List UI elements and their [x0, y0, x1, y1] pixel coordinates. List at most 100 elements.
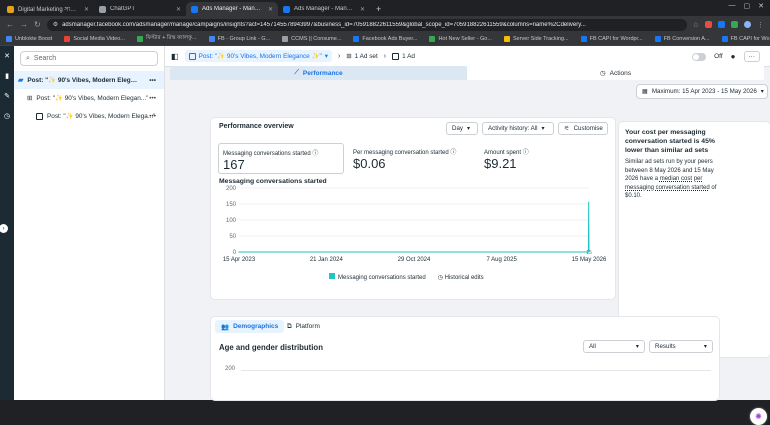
tree-item[interactable]: Post: "✨ 90's Vibes, Modern Elega..." ••• — [14, 107, 164, 125]
browser-tab[interactable]: Ads Manager - Manage ads - A ✕ — [278, 2, 370, 16]
tree-item[interactable]: ⊞ Post: "✨ 90's Vibes, Modern Elegan..." •… — [14, 89, 164, 107]
back-icon[interactable]: ← — [6, 20, 14, 29]
browser-tab[interactable]: Digital Marketing সার্ভিসেস স্প্রে ✕ — [2, 2, 94, 16]
search-input[interactable]: Search — [34, 55, 56, 62]
tab-actions[interactable]: ◷ Actions — [467, 66, 764, 80]
metric-box[interactable]: Amount spent ⓘ $9.21 — [480, 143, 606, 174]
bookmark-favicon-icon — [6, 36, 12, 42]
dropdown-value: All — [589, 343, 596, 350]
tab-title: Ads Manager - Manage ads - A — [294, 6, 356, 12]
more-icon[interactable]: ••• — [149, 77, 156, 84]
assistant-button[interactable]: ✺ — [750, 408, 767, 425]
address-bar[interactable]: ⚙ adsmanager.facebook.com/adsmanager/man… — [46, 18, 687, 31]
bookmark-item[interactable]: Server Side Tracking... — [503, 36, 569, 42]
tab-platform[interactable]: ⧉ Platform — [281, 320, 326, 333]
more-icon[interactable]: ••• — [149, 95, 156, 102]
site-info-icon[interactable]: ⚙ — [53, 21, 58, 28]
extension-icon[interactable] — [705, 21, 712, 28]
profile-avatar[interactable] — [744, 21, 751, 28]
metric-box[interactable]: Messaging conversations started ⓘ 167 — [218, 143, 344, 174]
bookmark-item[interactable]: Facebook Ads Buyer... — [353, 36, 417, 42]
favicon-icon — [99, 5, 106, 13]
metric-label: Messaging conversations started ⓘ — [223, 151, 319, 157]
breadcrumb-ad[interactable]: 1 Ad — [392, 52, 415, 60]
activity-history-dropdown[interactable]: Activity history: All ▾ — [482, 122, 554, 135]
tab-label: Performance — [302, 69, 343, 77]
close-tab-icon[interactable]: ✕ — [176, 6, 181, 13]
more-icon[interactable]: ••• — [149, 113, 156, 120]
tree-search[interactable]: ⌕ Search — [20, 51, 158, 66]
granularity-dropdown[interactable]: Day ▾ — [446, 122, 478, 135]
legend-label: Messaging conversations started — [338, 275, 426, 281]
search-icon: ⌕ — [26, 54, 30, 62]
legend-item-series[interactable]: Messaging conversations started — [329, 273, 426, 281]
close-icon[interactable]: ✕ — [4, 52, 10, 60]
insight-body: Similar ad sets run by your peers betwee… — [625, 158, 725, 201]
maximize-icon[interactable]: ▢ — [744, 2, 751, 10]
data-point — [584, 251, 586, 253]
legend-label: Historical edits — [444, 274, 484, 281]
tab-demographics[interactable]: 👥 Demographics — [215, 320, 285, 333]
bookmark-item[interactable]: FB CAPI for Wordpr... — [721, 36, 770, 42]
bookmark-item[interactable]: Social Media Video... — [64, 36, 125, 42]
new-tab-button[interactable]: + — [376, 4, 381, 14]
close-tab-icon[interactable]: ✕ — [84, 6, 89, 13]
browser-menu-icon[interactable]: ⋮ — [757, 21, 764, 29]
browser-tab[interactable]: Ads Manager - Manage ads - C ✕ — [186, 2, 278, 16]
history-icon: ◷ — [437, 274, 445, 281]
extension-icon[interactable] — [731, 21, 738, 28]
chevron-right-icon: › — [383, 52, 387, 60]
breadcrumb-adset[interactable]: ⊞ 1 Ad set — [346, 52, 377, 61]
entity-header: ◧ Post: "✨ 90's Vibes, Modern Elegance ✨… — [165, 46, 770, 67]
clock-icon[interactable]: ◷ — [4, 112, 10, 120]
legend-item-history[interactable]: ◷ Historical edits — [438, 274, 484, 281]
browser-tab[interactable]: ChatGPT ✕ — [94, 2, 186, 16]
forward-icon[interactable]: → — [20, 20, 28, 29]
bookmark-item[interactable]: Unblokte Boost — [6, 36, 52, 42]
ad-icon — [36, 112, 43, 120]
reload-icon[interactable]: ↻ — [34, 20, 41, 29]
date-range-picker[interactable]: ▦ Maximum: 15 Apr 2023 - 15 May 2026 ▾ — [636, 84, 768, 99]
demographic-filter-dropdown[interactable]: All ▾ — [583, 340, 645, 353]
button-label: Customise — [573, 125, 603, 132]
sidebar-toggle-icon[interactable]: ◧ — [171, 52, 179, 61]
breadcrumb-campaign[interactable]: Post: "✨ 90's Vibes, Modern Elegance ✨" … — [184, 50, 332, 62]
close-window-icon[interactable]: ✕ — [758, 2, 764, 10]
circle-icon[interactable]: ● — [731, 52, 736, 61]
bookmark-star-icon[interactable]: ☆ — [693, 21, 699, 29]
campaign-tree-panel: ⌕ Search ▰ Post: "✨ 90's Vibes, Modern El… — [14, 46, 165, 400]
favicon-icon — [7, 5, 14, 13]
favicon-icon — [191, 5, 198, 13]
customise-button[interactable]: ⚟ Customise — [558, 122, 608, 135]
metric-label: Amount spent ⓘ — [484, 150, 529, 156]
close-tab-icon[interactable]: ✕ — [360, 6, 365, 13]
bookmark-label: Server Side Tracking... — [512, 36, 569, 42]
bookmark-item[interactable]: FB CAPI for Wordpr... — [580, 36, 643, 42]
extension-icon[interactable] — [718, 21, 725, 28]
tab-performance[interactable]: ⟋ Performance — [170, 66, 467, 80]
edit-icon[interactable]: ✎ — [4, 92, 10, 100]
bookmark-label: FB CAPI for Wordpr... — [730, 36, 770, 42]
y-tick-label: 50 — [229, 234, 236, 240]
bookmark-label: Unblokte Boost — [15, 36, 53, 42]
bookmark-item[interactable]: Hot New Seller - Go... — [429, 36, 492, 42]
bookmark-item[interactable]: CCMS || Consume... — [282, 36, 341, 42]
chart-icon[interactable]: ▮ — [5, 72, 9, 80]
metric-box[interactable]: Per messaging conversation started ⓘ $0.… — [349, 143, 475, 174]
metric-dropdown[interactable]: Results ▾ — [649, 340, 713, 353]
minimize-icon[interactable]: — — [729, 2, 736, 10]
tree-item[interactable]: ▰Post: "✨ 90's Vibes, Modern Elegance...… — [14, 71, 164, 89]
collapse-rail-icon[interactable]: › — [0, 224, 8, 233]
dropdown-value: Results — [655, 343, 676, 350]
bookmark-item[interactable]: FB - Group Link - G... — [208, 36, 270, 42]
tree-item-label: Post: "✨ 90's Vibes, Modern Elegan..." — [36, 95, 149, 102]
bookmark-item[interactable]: ফিল্টার + রিস্ক ক্যালকু... — [136, 35, 197, 43]
campaign-name: Post: "✨ 90's Vibes, Modern Elegance ✨" — [198, 53, 322, 60]
bookmark-item[interactable]: FB Conversion A... — [654, 36, 710, 42]
bookmark-label: FB CAPI for Wordpr... — [589, 36, 643, 42]
bookmark-label: FB Conversion A... — [663, 36, 710, 42]
delivery-toggle[interactable] — [692, 52, 707, 61]
close-tab-icon[interactable]: ✕ — [268, 6, 273, 13]
more-options-button[interactable]: ··· — [743, 51, 760, 62]
calendar-icon: ▦ — [642, 88, 648, 95]
